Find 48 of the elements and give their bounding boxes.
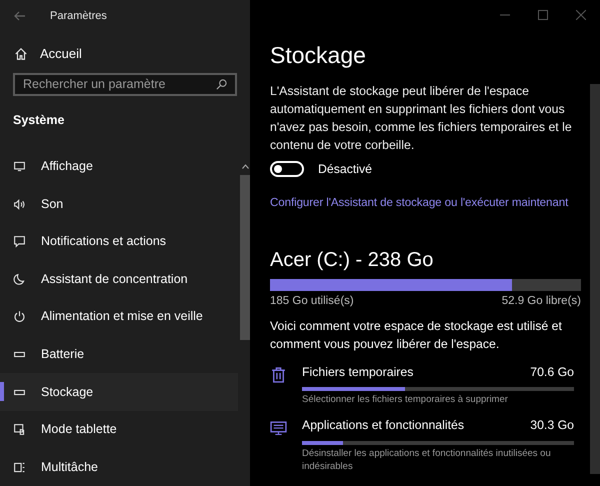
home-icon <box>14 47 28 62</box>
maximize-icon[interactable] <box>538 10 548 20</box>
home-link[interactable]: Accueil <box>0 44 250 64</box>
summary-text: Voici comment votre espace de stockage est utilisé et comment vous pouvez libérer de l'espace. <box>270 318 563 353</box>
scrollbar-track[interactable] <box>590 84 600 474</box>
selection-indicator <box>0 382 4 402</box>
category-name: Fichiers temporaires <box>302 364 414 381</box>
keyboard-monitor-icon <box>270 419 287 436</box>
nav-item[interactable]: Notifications et actions <box>0 222 238 260</box>
nav-item[interactable]: Multitâche <box>0 448 238 486</box>
message-icon <box>13 235 26 248</box>
nav-item[interactable]: Batterie <box>0 336 238 374</box>
storage-category[interactable]: Fichiers temporaires 70.6 Go Sélectionner les fichiers temporaires à supprimer <box>270 362 581 406</box>
nav-item[interactable]: Assistant de concentration <box>0 260 238 298</box>
storage-category[interactable]: Applications et fonctionnalités 30.3 Go Désinstaller les applications et fonctionnalités inutilisées ou indésirables <box>270 416 581 473</box>
multitask-icon <box>13 460 26 474</box>
moon-icon <box>13 272 26 286</box>
display-icon <box>13 160 26 173</box>
category-size: 70.6 Go <box>530 364 574 381</box>
trash-icon <box>270 366 287 383</box>
section-heading: Système <box>13 112 66 129</box>
nav-item[interactable]: Son <box>0 185 238 223</box>
search-icon <box>216 79 227 90</box>
drive-title: Acer (C:) - 238 Go <box>270 248 434 274</box>
category-name: Applications et fonctionnalités <box>302 417 464 434</box>
tablet-icon <box>13 423 26 436</box>
power-icon <box>13 310 26 324</box>
toggle-label: Désactivé <box>318 161 372 178</box>
description-text: L'Assistant de stockage peut libérer de l'espace automatiquement en supprimant les fichiers dont vous n'avez pas besoin, comme les fichiers temporaires et le contenu de votre corbeille. <box>270 83 573 154</box>
window-title: Paramètres <box>50 8 107 24</box>
nav-item[interactable]: Alimentation et mise en veille <box>0 298 238 336</box>
free-space-text: 52.9 Go libre(s) <box>502 294 581 310</box>
search-field[interactable]: Rechercher un paramètre <box>13 73 237 96</box>
used-space-text: 185 Go utilisé(s) <box>270 294 354 310</box>
category-hint: Sélectionner les fichiers temporaires à supprimer <box>302 393 509 406</box>
configure-link[interactable]: Configurer l'Assistant de stockage ou l'exécuter maintenant <box>270 195 568 212</box>
close-icon[interactable] <box>576 10 586 20</box>
toggle-switch[interactable] <box>270 161 304 178</box>
speaker-icon <box>13 198 26 211</box>
page-title: Stockage <box>270 41 367 70</box>
category-hint: Désinstaller les applications et fonctionnalités inutilisées ou indésirables <box>302 446 552 473</box>
category-size: 30.3 Go <box>530 417 574 434</box>
nav-item[interactable]: Stockage <box>0 373 238 411</box>
nav-item[interactable]: Affichage <box>0 148 238 186</box>
chevron-up-icon[interactable] <box>242 164 249 169</box>
scrollbar-thumb[interactable] <box>240 175 250 340</box>
back-arrow-icon[interactable] <box>14 11 26 21</box>
nav-item[interactable]: Mode tablette <box>0 410 238 448</box>
